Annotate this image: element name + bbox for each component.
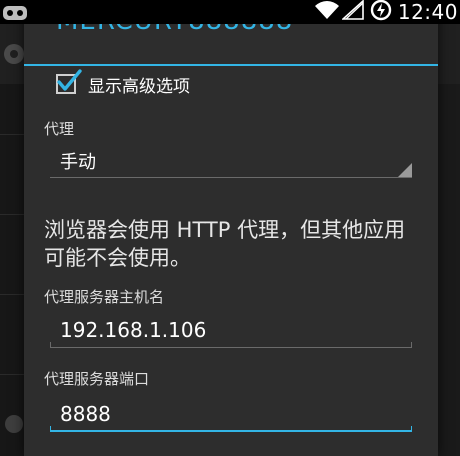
proxy-label: 代理 (44, 120, 75, 138)
checkmark-icon (57, 69, 82, 91)
signal-icon (340, 0, 364, 24)
status-bar: 12:40 (0, 0, 460, 24)
host-field[interactable] (50, 314, 412, 348)
host-underline (50, 347, 412, 348)
port-field[interactable] (50, 398, 412, 432)
status-time: 12:40 (397, 0, 458, 24)
host-underline-tick (50, 342, 51, 348)
show-advanced-option[interactable]: 显示高级选项 (56, 69, 190, 98)
battery-charging-icon (370, 0, 392, 25)
spinner-underline (50, 177, 412, 178)
background-app-icon (2, 42, 26, 70)
port-label: 代理服务器端口 (44, 370, 150, 388)
host-label: 代理服务器主机名 (44, 288, 165, 306)
title-divider (24, 64, 438, 66)
proxy-type-value: 手动 (60, 152, 96, 173)
notification-app-icon (2, 2, 30, 26)
host-input[interactable] (50, 314, 412, 346)
port-underline-tick (50, 426, 51, 432)
background-scroll-area (438, 84, 460, 456)
show-advanced-label: 显示高级选项 (88, 76, 190, 97)
host-underline-tick (411, 342, 412, 348)
proxy-settings-dialog: MERCURY888888 显示高级选项 代理 手动 浏览器会使用 HTTP 代… (24, 0, 438, 456)
proxy-info-text: 浏览器会使用 HTTP 代理，但其他应用可能不会使用。 (44, 218, 406, 270)
dropdown-triangle-icon (398, 163, 412, 177)
show-advanced-checkbox[interactable] (56, 69, 82, 94)
wifi-icon (314, 0, 340, 24)
port-underline-tick (411, 426, 412, 432)
background-list-icon (2, 412, 26, 444)
port-underline-focused (50, 430, 412, 432)
port-input[interactable] (50, 398, 412, 430)
proxy-type-spinner[interactable]: 手动 (50, 142, 412, 178)
